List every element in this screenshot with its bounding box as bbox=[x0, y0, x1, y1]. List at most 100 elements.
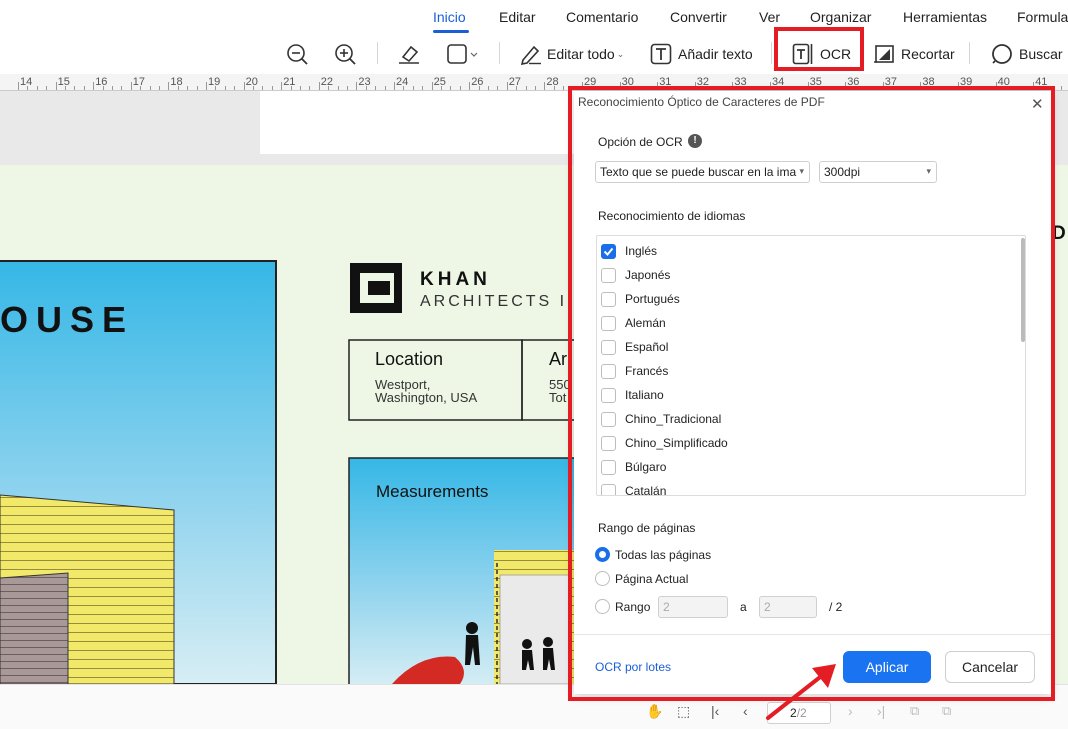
menu-inicio[interactable]: Inicio bbox=[433, 9, 466, 25]
ruler-mark bbox=[130, 82, 132, 90]
ruler-mark bbox=[506, 82, 508, 90]
ruler-tick-label: 20 bbox=[245, 76, 258, 88]
menu-ver[interactable]: Ver bbox=[759, 9, 780, 25]
ruler-tick-label: 17 bbox=[132, 76, 146, 88]
ruler-mark bbox=[300, 86, 301, 90]
ruler-mark bbox=[516, 86, 518, 90]
ruler-tick-label: 23 bbox=[358, 76, 371, 88]
crop-button[interactable]: Recortar bbox=[873, 42, 955, 66]
zoom-in-button[interactable] bbox=[334, 42, 356, 66]
ruler-mark bbox=[535, 86, 536, 90]
ruler-tick-label: 25 bbox=[433, 76, 446, 88]
ruler-tick-label: 24 bbox=[396, 76, 409, 88]
measurements-heading: Measurements bbox=[376, 482, 489, 501]
ruler-mark bbox=[544, 82, 546, 90]
ruler-mark bbox=[459, 86, 461, 90]
text-box-icon bbox=[650, 43, 672, 65]
ruler-mark bbox=[112, 86, 113, 90]
ruler-mark bbox=[159, 86, 160, 90]
toolbar-divider bbox=[771, 42, 772, 64]
ruler-mark bbox=[403, 86, 405, 90]
first-page-icon[interactable]: |‹ bbox=[711, 703, 719, 719]
rotate-icon[interactable]: ⧉ bbox=[942, 703, 951, 719]
ruler-mark bbox=[149, 86, 151, 90]
ruler-mark bbox=[46, 86, 48, 90]
ruler-mark bbox=[168, 82, 170, 90]
menu-organizar[interactable]: Organizar bbox=[810, 9, 871, 25]
ruler-tick-label: 14 bbox=[20, 76, 33, 88]
ruler-mark bbox=[196, 86, 198, 90]
ruler-mark bbox=[83, 86, 85, 90]
ruler-mark bbox=[121, 86, 123, 90]
ruler-mark bbox=[478, 86, 480, 90]
toolbar-divider bbox=[377, 42, 378, 64]
area-heading: Ar bbox=[549, 349, 567, 369]
ruler-mark bbox=[309, 86, 311, 90]
add-text-button[interactable]: Añadir texto bbox=[650, 42, 753, 66]
ruler-mark bbox=[74, 86, 76, 90]
ruler-tick-label: 28 bbox=[546, 76, 559, 88]
fit-page-icon[interactable]: ⧉ bbox=[910, 703, 919, 719]
location-heading: Location bbox=[375, 349, 444, 369]
ruler-mark bbox=[234, 86, 236, 90]
khan-logo-mark bbox=[350, 263, 402, 313]
ruler-mark bbox=[65, 86, 66, 90]
ruler-mark bbox=[328, 86, 330, 90]
ruler-mark bbox=[271, 86, 273, 90]
search-button[interactable]: Buscar bbox=[991, 42, 1063, 66]
add-text-label: Añadir texto bbox=[678, 46, 753, 62]
menu-editar[interactable]: Editar bbox=[499, 9, 536, 25]
menu-formula[interactable]: Formula bbox=[1017, 9, 1068, 25]
ruler-tick-label: 16 bbox=[95, 76, 108, 88]
ruler-mark bbox=[281, 82, 283, 90]
zoom-out-icon bbox=[287, 44, 308, 65]
ruler-mark bbox=[365, 86, 367, 90]
edit-all-button[interactable]: Editar todo ⌄ bbox=[519, 42, 624, 66]
ruler-mark bbox=[488, 86, 489, 90]
annotation-arrow bbox=[766, 664, 836, 720]
ruler-mark bbox=[553, 86, 555, 90]
ruler-tick-label: 22 bbox=[320, 76, 334, 88]
menu-herramientas[interactable]: Herramientas bbox=[903, 9, 987, 25]
ruler-mark bbox=[290, 86, 292, 90]
select-tool-icon[interactable]: ⬚ bbox=[677, 703, 690, 720]
last-page-icon[interactable]: ›| bbox=[877, 703, 885, 719]
ruler-tick-label: 15 bbox=[57, 76, 70, 88]
brand-tagline: ARCHITECTS I bbox=[420, 293, 568, 310]
ruler-tick-label: 18 bbox=[170, 76, 183, 88]
ruler-mark bbox=[93, 82, 95, 90]
menu-convertir[interactable]: Convertir bbox=[670, 9, 727, 25]
search-icon bbox=[992, 44, 1012, 64]
ruler-mark bbox=[347, 86, 348, 90]
highlight-tool-button[interactable] bbox=[397, 42, 421, 66]
ruler-mark bbox=[253, 86, 254, 90]
shape-tool-button[interactable] bbox=[447, 42, 479, 66]
edit-all-label: Editar todo bbox=[547, 46, 615, 62]
menu-comentario[interactable]: Comentario bbox=[566, 9, 638, 25]
chevron-down-icon: ⌄ bbox=[616, 48, 625, 59]
ruler-mark bbox=[469, 82, 471, 90]
prev-page-icon[interactable]: ‹ bbox=[743, 703, 748, 719]
rectangle-icon bbox=[447, 44, 478, 64]
ruler-mark bbox=[450, 86, 452, 90]
ruler-mark bbox=[431, 82, 433, 90]
ruler-mark bbox=[215, 86, 217, 90]
hand-tool-icon[interactable]: ✋ bbox=[646, 703, 663, 720]
brand-name: KHAN bbox=[420, 269, 491, 290]
wood-wall bbox=[0, 572, 69, 684]
ruler-mark bbox=[55, 82, 57, 90]
next-page-icon[interactable]: › bbox=[848, 703, 853, 719]
search-label: Buscar bbox=[1019, 46, 1063, 62]
ruler-mark bbox=[224, 86, 226, 90]
ruler-mark bbox=[497, 86, 499, 90]
ruler-mark bbox=[187, 86, 189, 90]
ruler-mark bbox=[384, 86, 386, 90]
ruler-mark bbox=[563, 86, 565, 90]
ruler-mark bbox=[27, 86, 29, 90]
ruler-mark bbox=[337, 86, 339, 90]
toolbar-divider bbox=[499, 42, 500, 64]
zoom-out-button[interactable] bbox=[286, 42, 308, 66]
area-line2: Tot bbox=[549, 390, 567, 405]
location-line2: Washington, USA bbox=[375, 390, 478, 405]
menu-bar: Inicio Editar Comentario Convertir Ver O… bbox=[0, 0, 1068, 34]
